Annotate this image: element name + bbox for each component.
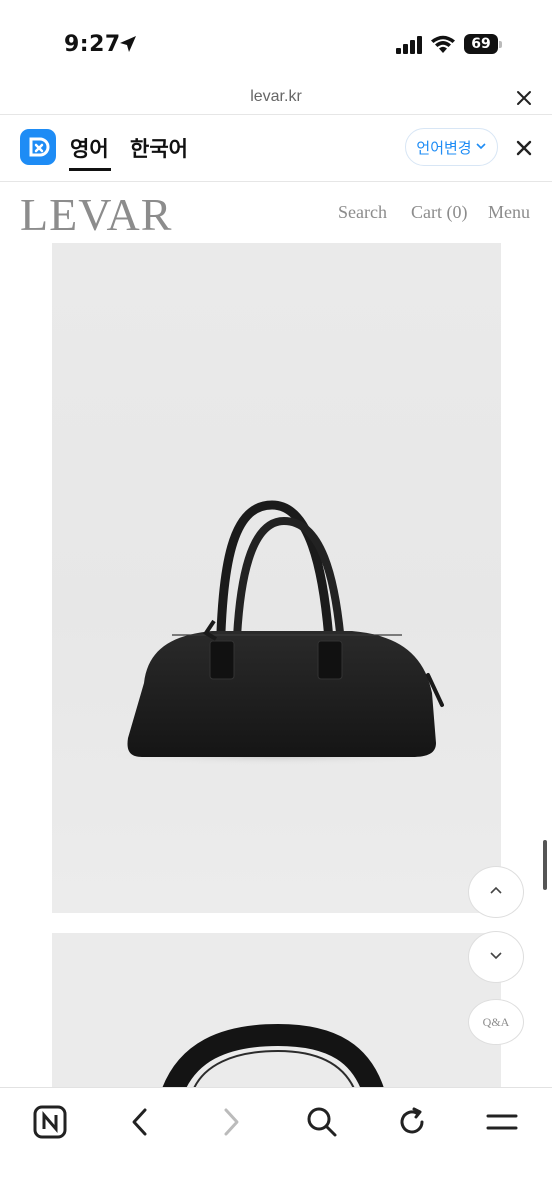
product-image-1[interactable]: [52, 243, 501, 913]
scroll-up-button[interactable]: [468, 866, 524, 918]
close-translate-icon[interactable]: [512, 136, 536, 160]
chevron-up-icon: [488, 882, 504, 903]
translate-app-icon: [20, 129, 56, 165]
nav-search-link[interactable]: Search: [338, 202, 387, 223]
status-bar: 9:27 69: [0, 0, 552, 84]
status-time: 9:27: [64, 32, 121, 57]
qa-label: Q&A: [482, 1014, 510, 1029]
change-language-button[interactable]: 언어변경: [405, 128, 498, 166]
menu-icon[interactable]: [484, 1104, 520, 1140]
nav-cart-link[interactable]: Cart (0): [411, 202, 467, 223]
location-arrow-icon: [118, 34, 138, 59]
naver-n-icon[interactable]: [32, 1104, 68, 1140]
battery-level: 69: [464, 34, 498, 54]
back-icon[interactable]: [122, 1104, 158, 1140]
site-header: LEVAR Search Cart (0) Menu: [0, 182, 552, 242]
browser-toolbar: [0, 1087, 552, 1200]
search-icon[interactable]: [304, 1104, 340, 1140]
scroll-down-button[interactable]: [468, 931, 524, 983]
signal-icon: [396, 36, 424, 59]
change-language-label: 언어변경: [416, 138, 472, 157]
battery-icon: 69: [464, 34, 502, 54]
source-language-tab[interactable]: 영어: [70, 133, 109, 163]
url-bar[interactable]: levar.kr: [0, 84, 552, 114]
chevron-down-icon: [475, 138, 487, 156]
target-language-tab[interactable]: 한국어: [130, 133, 188, 163]
translate-bar: 영어 한국어 언어변경: [0, 115, 552, 181]
handbag-handle-closeup: [162, 1023, 384, 1088]
close-icon[interactable]: [512, 86, 536, 110]
nav-menu-link[interactable]: Menu: [488, 202, 530, 223]
url-text[interactable]: levar.kr: [0, 88, 552, 106]
reload-icon[interactable]: [394, 1104, 430, 1140]
qa-button[interactable]: Q&A: [468, 999, 524, 1045]
active-tab-indicator: [69, 168, 111, 171]
chevron-down-icon: [488, 947, 504, 968]
product-image-2[interactable]: [52, 933, 501, 1088]
forward-icon[interactable]: [213, 1104, 249, 1140]
black-handbag-illustration: [107, 500, 447, 765]
scrollbar[interactable]: [543, 840, 547, 890]
site-logo[interactable]: LEVAR: [20, 188, 172, 241]
wifi-icon: [430, 34, 456, 59]
